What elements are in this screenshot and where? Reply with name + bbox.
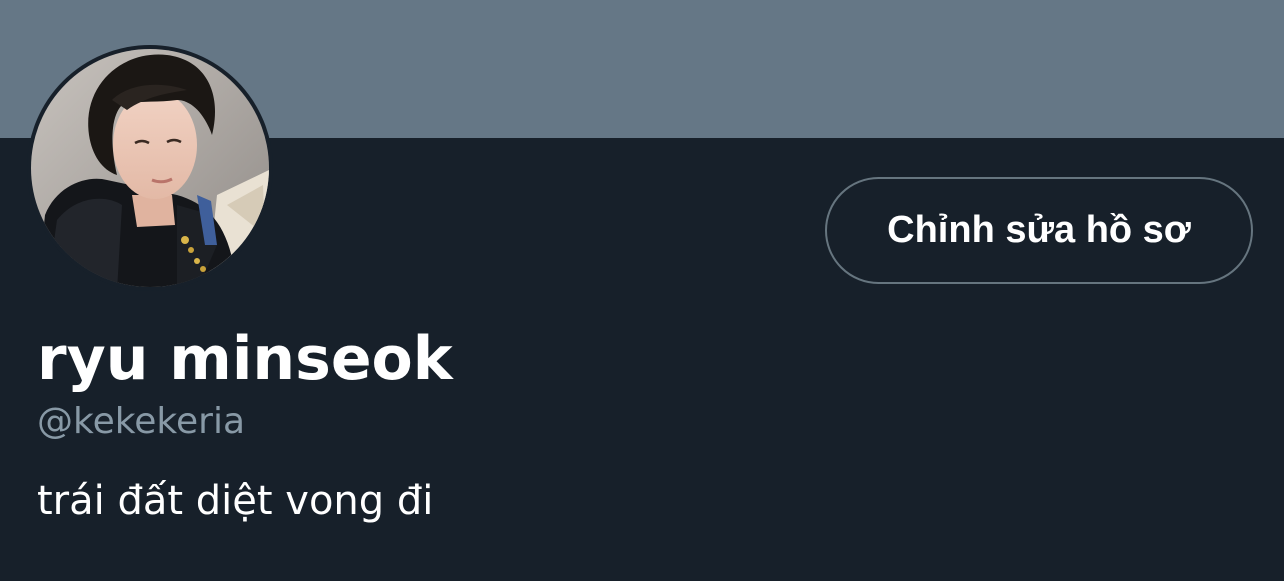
user-handle: @kekekeria	[37, 401, 246, 442]
avatar[interactable]	[27, 45, 273, 291]
display-name: ryu minseok	[37, 324, 453, 394]
bio-text: trái đất diệt vong đi	[37, 478, 434, 524]
avatar-photo	[31, 49, 269, 287]
edit-profile-button[interactable]: Chỉnh sửa hồ sơ	[825, 177, 1253, 284]
